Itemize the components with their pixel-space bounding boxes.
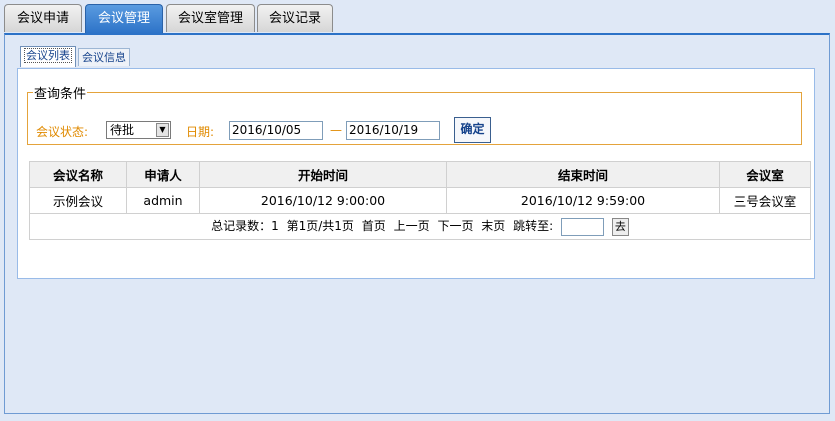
col-header-room: 会议室 xyxy=(719,161,811,188)
pager-last-link[interactable]: 末页 xyxy=(481,219,505,233)
table-row[interactable]: 示例会议 admin 2016/10/12 9:00:00 2016/10/12… xyxy=(29,187,811,214)
subtab-meeting-info[interactable]: 会议信息 xyxy=(78,48,130,66)
pager-jump-label: 跳转至: xyxy=(513,219,554,234)
pager-row: 总记录数：1 第1页/共1页 首页 上一页 下一页 末页 跳转至: 去 xyxy=(29,213,811,240)
col-header-applicant: 申请人 xyxy=(126,161,200,188)
date-to-input[interactable]: 2016/10/19 xyxy=(346,121,440,140)
status-value: 待批 xyxy=(110,123,135,137)
pager-first-link[interactable]: 首页 xyxy=(362,219,386,233)
page-jump-input[interactable] xyxy=(561,217,605,236)
meeting-table: 会议名称 申请人 开始时间 结束时间 会议室 示例会议 admin 2016/1… xyxy=(29,161,811,240)
cell-room: 三号会议室 xyxy=(719,187,811,214)
status-select[interactable]: 待批 ▼ xyxy=(106,121,171,139)
col-header-name: 会议名称 xyxy=(29,161,127,188)
go-button[interactable]: 去 xyxy=(611,217,629,236)
pager-prev-link[interactable]: 上一页 xyxy=(394,219,430,233)
tab-room-manage[interactable]: 会议室管理 xyxy=(166,4,255,32)
date-from-input[interactable]: 2016/10/05 xyxy=(229,121,323,140)
subtab-meeting-list[interactable]: 会议列表 xyxy=(20,46,76,67)
cell-name: 示例会议 xyxy=(29,187,127,214)
date-label: 日期: xyxy=(186,125,215,139)
col-header-end: 结束时间 xyxy=(446,161,720,188)
query-legend: 查询条件 xyxy=(34,87,87,102)
date-separator: — xyxy=(330,123,342,137)
tab-meeting-record[interactable]: 会议记录 xyxy=(257,4,333,32)
cell-applicant: admin xyxy=(126,187,200,214)
query-conditions: 查询条件 会议状态: 待批 ▼ 日期: 2016/10/05 — 2016/10… xyxy=(27,83,802,145)
pager-page-info: 第1页/共1页 xyxy=(286,219,354,234)
pager-next-link[interactable]: 下一页 xyxy=(437,219,473,233)
col-header-start: 开始时间 xyxy=(199,161,447,188)
cell-end: 2016/10/12 9:59:00 xyxy=(446,187,720,214)
tab-meeting-apply[interactable]: 会议申请 xyxy=(4,4,82,32)
pager-total: 总记录数：1 xyxy=(211,219,279,234)
confirm-button[interactable]: 确定 xyxy=(454,117,491,143)
content-frame: 会议列表 会议信息 查询条件 会议状态: 待批 ▼ 日期: 2016/10/05… xyxy=(4,33,830,414)
pager: 总记录数：1 第1页/共1页 首页 上一页 下一页 末页 跳转至: 去 xyxy=(29,213,811,240)
dropdown-arrow-icon: ▼ xyxy=(156,123,169,137)
cell-start: 2016/10/12 9:00:00 xyxy=(199,187,447,214)
tab-meeting-manage[interactable]: 会议管理 xyxy=(85,4,163,34)
list-panel: 会议列表 会议信息 查询条件 会议状态: 待批 ▼ 日期: 2016/10/05… xyxy=(17,46,815,279)
table-header-row: 会议名称 申请人 开始时间 结束时间 会议室 xyxy=(29,161,811,188)
status-label: 会议状态: xyxy=(36,125,89,139)
